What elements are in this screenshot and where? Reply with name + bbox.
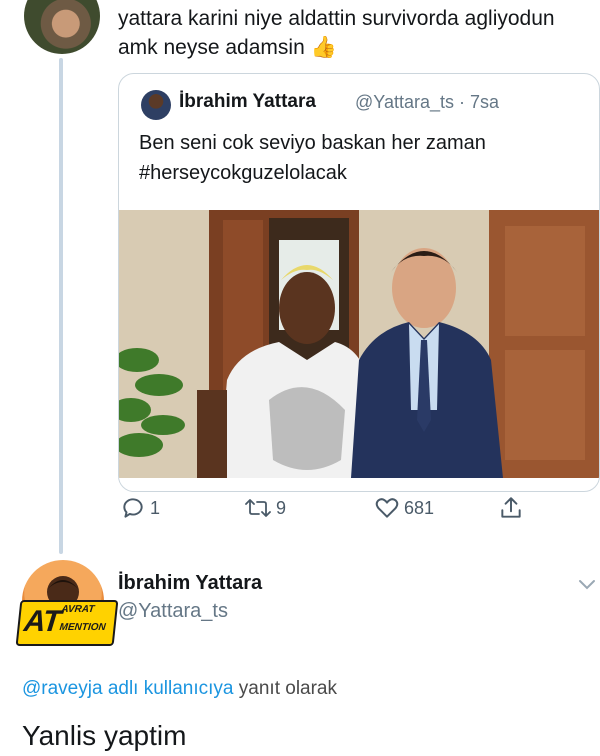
quoted-tweet-handle: @Yattara_ts bbox=[355, 92, 454, 112]
quoted-tweet-text: Ben seni cok seviyo baskan her zaman #he… bbox=[139, 128, 589, 188]
quoted-tweet-text-line1: Ben seni cok seviyo baskan her zaman bbox=[139, 132, 486, 154]
share-icon bbox=[501, 497, 521, 518]
replying-to: @raveyja adlı kullanıcıya yanıt olarak bbox=[22, 678, 337, 700]
reply-count: 1 bbox=[150, 497, 161, 518]
tweet-menu-button[interactable] bbox=[578, 578, 596, 596]
quoted-tweet-photo[interactable] bbox=[119, 210, 599, 478]
quoted-tweet-name: İbrahim Yattara bbox=[179, 91, 316, 112]
quoted-tweet-avatar bbox=[141, 90, 171, 120]
badge-at: AT bbox=[22, 605, 62, 638]
top-tweet-avatar[interactable] bbox=[24, 0, 100, 54]
like-count: 681 bbox=[404, 497, 435, 518]
reply-icon bbox=[123, 498, 143, 518]
retweet-icon bbox=[245, 499, 271, 517]
replying-to-user-link[interactable]: @raveyja adlı kullanıcıya bbox=[22, 678, 234, 699]
chevron-down-icon bbox=[579, 580, 595, 590]
like-action[interactable]: 681 bbox=[374, 495, 434, 521]
thread-line bbox=[59, 58, 63, 554]
reply-tweet-text: Yanlis yaptim bbox=[22, 720, 187, 751]
avrat-mention-badge: AT AVRAT MENTION bbox=[15, 600, 119, 646]
reply-tweet-handle[interactable]: @Yattara_ts bbox=[118, 600, 228, 623]
badge-avrat: AVRAT bbox=[60, 604, 95, 615]
quoted-tweet-time: · 7sa bbox=[459, 92, 500, 112]
retweet-count: 9 bbox=[276, 497, 287, 518]
quoted-tweet-hashtag: #herseycokguzelolacak bbox=[139, 162, 347, 184]
share-action[interactable] bbox=[498, 495, 524, 521]
thumbs-up-emoji: 👍 bbox=[310, 36, 337, 59]
top-tweet-text: yattara karini niye aldattin survivorda … bbox=[118, 4, 578, 62]
quoted-tweet-card[interactable]: İbrahim Yattara @Yattara_ts · 7sa Ben se… bbox=[118, 73, 600, 492]
retweet-action[interactable]: 9 bbox=[244, 495, 286, 521]
replying-to-suffix: yanıt olarak bbox=[233, 678, 337, 699]
photo-illustration bbox=[119, 210, 599, 478]
quoted-tweet-handle-time: @Yattara_ts · 7sa bbox=[355, 92, 499, 113]
reply-action[interactable]: 1 bbox=[120, 495, 160, 521]
badge-mention: MENTION bbox=[58, 622, 107, 633]
like-icon bbox=[375, 498, 399, 518]
reply-tweet-name[interactable]: İbrahim Yattara bbox=[118, 572, 262, 595]
